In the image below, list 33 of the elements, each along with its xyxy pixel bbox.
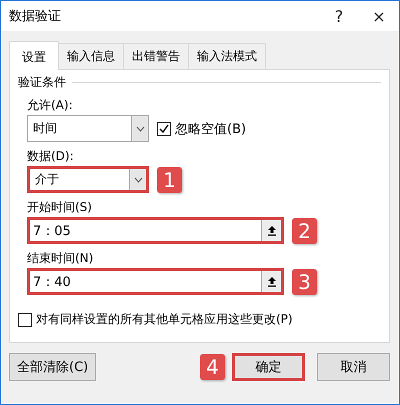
upload-arrow-icon xyxy=(266,225,276,236)
time-field[interactable]: 7：40 xyxy=(27,268,284,295)
window-title: 数据验证 xyxy=(9,8,62,25)
data-dropdown[interactable]: 介于 xyxy=(27,166,149,193)
chevron-down-icon xyxy=(134,176,142,182)
step-badge: 4 xyxy=(200,354,225,380)
tab[interactable]: 输入法模式 xyxy=(188,43,266,69)
clear-all-button[interactable]: 全部清除(C) xyxy=(9,353,96,381)
ignore-blank-checkbox[interactable]: 忽略空值(B) xyxy=(157,120,246,138)
upload-arrow-icon xyxy=(266,276,276,287)
ok-button[interactable]: 确定 xyxy=(232,353,305,381)
field-label: 允许(A): xyxy=(27,97,73,113)
allow-dropdown[interactable]: 时间 xyxy=(27,115,149,142)
time-field[interactable]: 7：05 xyxy=(27,217,284,244)
step-badge: 3 xyxy=(292,268,317,294)
cancel-button[interactable]: 取消 xyxy=(317,353,390,381)
field-label: 数据(D): xyxy=(27,148,74,164)
chevron-down-icon xyxy=(136,126,144,132)
field-label: 结束时间(N) xyxy=(27,250,94,266)
step-badge: 2 xyxy=(292,218,317,244)
help-button[interactable]: ? xyxy=(319,6,359,26)
tab[interactable]: 设置 xyxy=(9,41,59,70)
close-button[interactable]: × xyxy=(359,6,399,26)
collapse-button[interactable] xyxy=(261,220,281,241)
time-input[interactable]: 7：40 xyxy=(30,271,261,292)
checkbox[interactable] xyxy=(157,122,171,136)
field-label: 开始时间(S) xyxy=(27,199,92,215)
time-input[interactable]: 7：05 xyxy=(30,220,261,241)
apply-all-checkbox[interactable]: 对有同样设置的所有其他单元格应用这些更改(P) xyxy=(18,311,381,328)
step-badge: 1 xyxy=(157,166,182,192)
collapse-button[interactable] xyxy=(261,271,281,292)
section-title: 验证条件 xyxy=(18,74,66,91)
checkbox[interactable] xyxy=(18,312,32,326)
